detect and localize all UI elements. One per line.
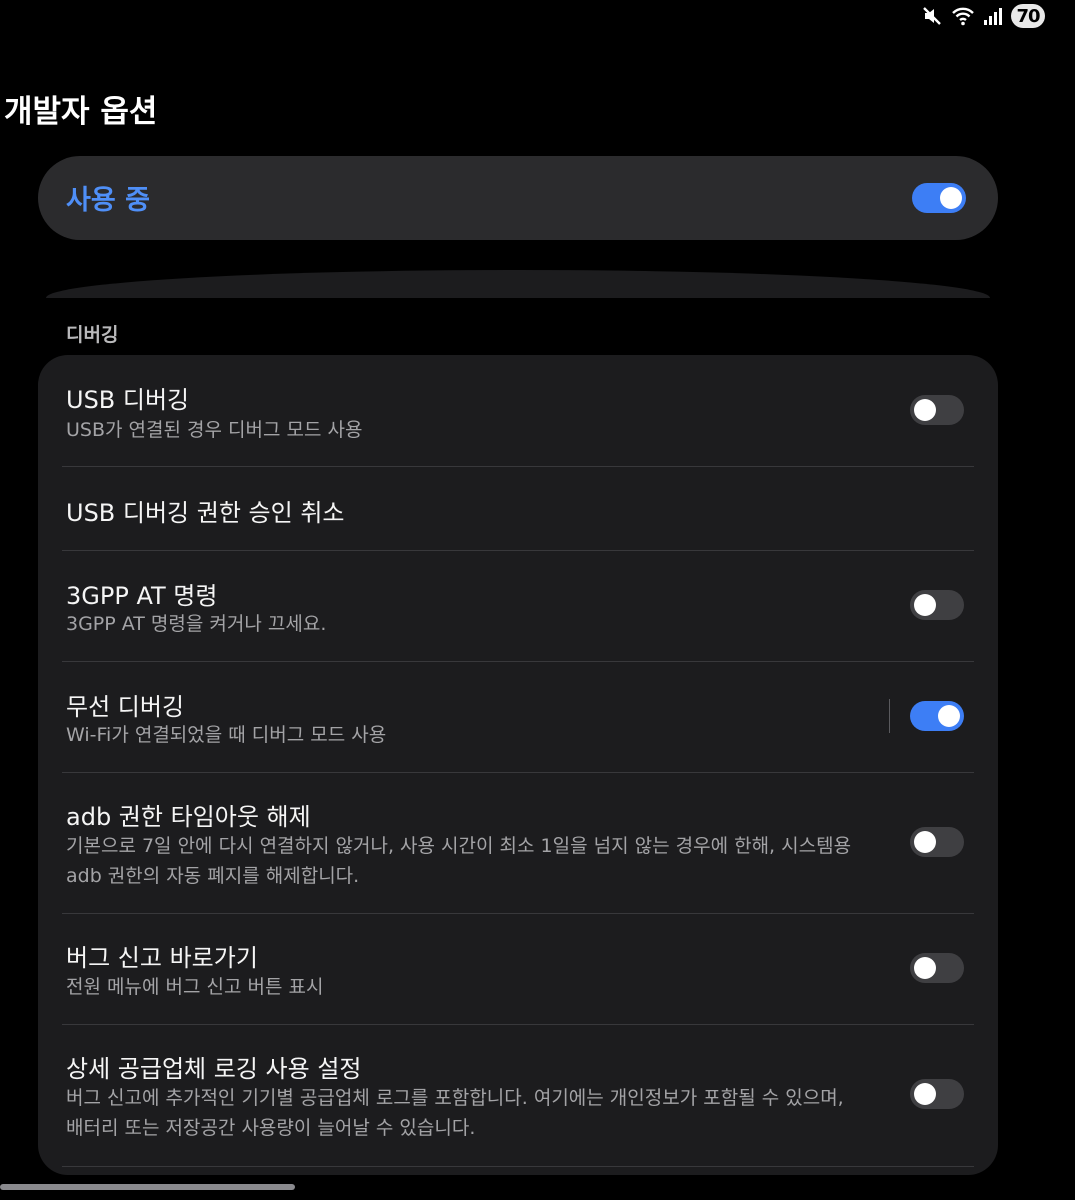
status-icons: 70 xyxy=(921,4,1045,28)
signal-icon xyxy=(983,5,1003,27)
master-switch-label: 사용 중 xyxy=(66,185,150,216)
vertical-separator xyxy=(889,699,890,733)
divider xyxy=(62,1166,974,1167)
setting-title: 버그 신고 바로가기 xyxy=(66,944,258,972)
section-header-debugging: 디버깅 xyxy=(66,324,119,346)
battery-indicator: 70 xyxy=(1011,4,1045,28)
toggle-knob xyxy=(914,594,936,616)
setting-description: 3GPP AT 명령을 켜거나 끄세요. xyxy=(66,613,327,635)
usb-debugging-toggle[interactable] xyxy=(910,395,964,425)
setting-title: 3GPP AT 명령 xyxy=(66,582,218,610)
page-title: 개발자 옵션 xyxy=(4,94,158,130)
setting-description: 버그 신고에 추가적인 기기별 공급업체 로그를 포함합니다. 여기에는 개인정… xyxy=(66,1087,844,1139)
toggle-knob xyxy=(940,187,962,209)
setting-description: 전원 메뉴에 버그 신고 버튼 표시 xyxy=(66,976,324,998)
master-switch-card[interactable]: 사용 중 xyxy=(38,156,998,240)
setting-revoke-usb-authorizations[interactable]: USB 디버깅 권한 승인 취소 xyxy=(38,467,998,550)
setting-title: 무선 디버깅 xyxy=(66,693,185,721)
collapsed-card xyxy=(46,270,990,298)
vendor-logging-toggle[interactable] xyxy=(910,1079,964,1109)
setting-title: 상세 공급업체 로깅 사용 설정 xyxy=(66,1055,362,1083)
setting-title: adb 권한 타임아웃 해제 xyxy=(66,803,311,831)
setting-description: USB가 연결된 경우 디버그 모드 사용 xyxy=(66,419,363,441)
toggle-knob xyxy=(938,705,960,727)
master-toggle[interactable] xyxy=(912,183,966,213)
mute-icon xyxy=(921,5,943,27)
setting-wireless-debugging[interactable]: 무선 디버깅 Wi-Fi가 연결되었을 때 디버그 모드 사용 xyxy=(38,662,998,772)
debugging-settings-list: USB 디버깅 USB가 연결된 경우 디버그 모드 사용 USB 디버깅 권한… xyxy=(38,355,998,1175)
toggle-knob xyxy=(914,1083,936,1105)
toggle-knob xyxy=(914,831,936,853)
setting-title: USB 디버깅 권한 승인 취소 xyxy=(66,499,345,527)
bug-report-shortcut-toggle[interactable] xyxy=(910,953,964,983)
setting-description: 기본으로 7일 안에 다시 연결하지 않거나, 사용 시간이 최소 1일을 넘지… xyxy=(66,835,852,887)
setting-3gpp-at-commands[interactable]: 3GPP AT 명령 3GPP AT 명령을 켜거나 끄세요. xyxy=(38,551,998,661)
setting-bug-report-shortcut[interactable]: 버그 신고 바로가기 전원 메뉴에 버그 신고 버튼 표시 xyxy=(38,914,998,1024)
3gpp-at-toggle[interactable] xyxy=(910,590,964,620)
adb-timeout-toggle[interactable] xyxy=(910,827,964,857)
setting-verbose-vendor-logging[interactable]: 상세 공급업체 로깅 사용 설정 버그 신고에 추가적인 기기별 공급업체 로그… xyxy=(38,1025,998,1166)
status-bar: 70 xyxy=(0,0,1075,36)
toggle-knob xyxy=(914,399,936,421)
wifi-icon xyxy=(951,5,975,27)
setting-usb-debugging[interactable]: USB 디버깅 USB가 연결된 경우 디버그 모드 사용 xyxy=(38,355,998,466)
setting-disable-adb-authorization-timeout[interactable]: adb 권한 타임아웃 해제 기본으로 7일 안에 다시 연결하지 않거나, 사… xyxy=(38,773,998,913)
setting-description: Wi-Fi가 연결되었을 때 디버그 모드 사용 xyxy=(66,724,387,746)
wireless-debugging-toggle[interactable] xyxy=(910,701,964,731)
setting-title: USB 디버깅 xyxy=(66,386,190,414)
toggle-knob xyxy=(914,957,936,979)
scroll-indicator xyxy=(0,1184,295,1190)
